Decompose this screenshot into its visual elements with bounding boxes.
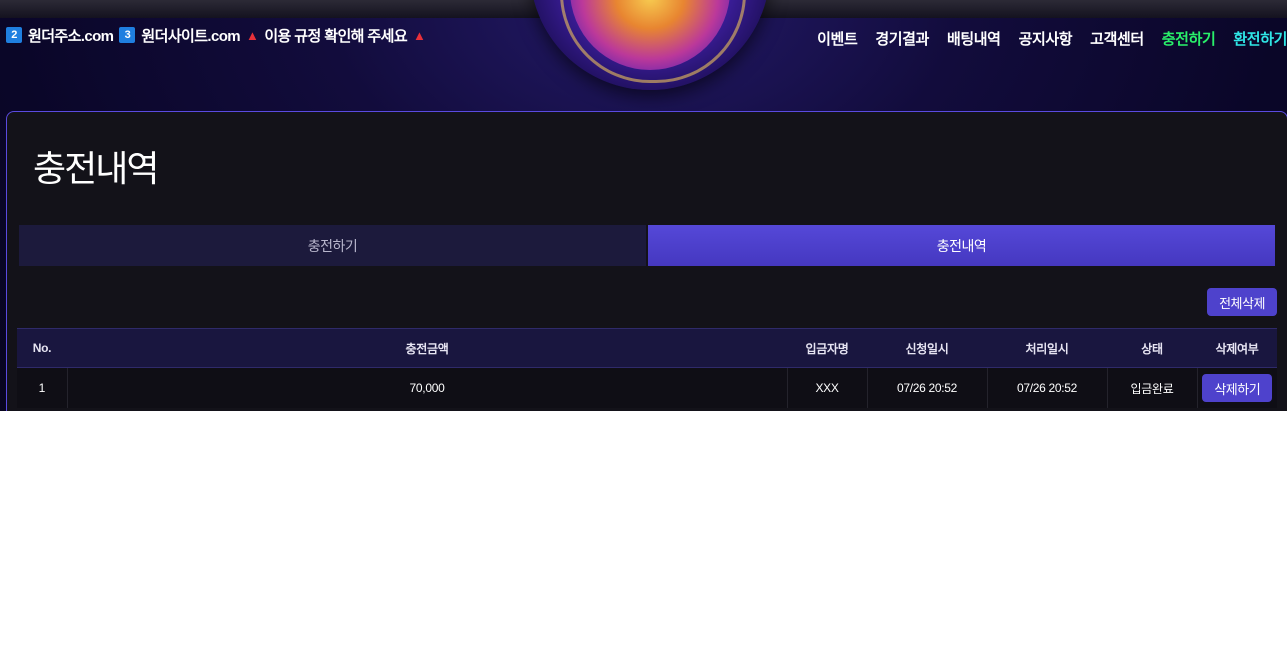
charge-history-panel: 충전내역 충전하기 충전내역 전체삭제 No. 충전금액 입금자명 신청일시 처… bbox=[6, 111, 1287, 411]
cell-delete: 삭제하기 bbox=[1197, 367, 1277, 408]
column-header-delete: 삭제여부 bbox=[1197, 328, 1277, 368]
nav-betting-history[interactable]: 배팅내역 bbox=[938, 28, 1010, 49]
page-title: 충전내역 bbox=[33, 148, 159, 189]
cell-no: 1 bbox=[17, 367, 68, 408]
nav-charge[interactable]: 충전하기 bbox=[1153, 28, 1225, 49]
delete-all-button[interactable]: 전체삭제 bbox=[1207, 288, 1277, 316]
column-header-requested: 신청일시 bbox=[867, 328, 987, 368]
number-badge-icon: 3 bbox=[119, 27, 136, 43]
column-header-status: 상태 bbox=[1107, 328, 1197, 368]
logo-ring bbox=[560, 0, 746, 83]
site-viewport: 2 원더주소.com 3 원더사이트.com ▲ 이용 규정 확인해 주세요 ▲… bbox=[0, 0, 1287, 411]
cell-requested: 07/26 20:52 bbox=[867, 367, 988, 408]
nav-notices[interactable]: 공지사항 bbox=[1010, 28, 1082, 49]
marquee-domain-2: 원더사이트.com bbox=[141, 27, 241, 45]
siren-icon: ▲ bbox=[413, 27, 426, 43]
column-header-amount: 충전금액 bbox=[67, 328, 787, 368]
tab-bar: 충전하기 충전내역 bbox=[19, 225, 1275, 266]
nav-game-results[interactable]: 경기결과 bbox=[866, 28, 938, 49]
column-header-depositor: 입금자명 bbox=[787, 328, 867, 368]
table-row: 1 70,000 XXX 07/26 20:52 07/26 20:52 입금완… bbox=[17, 367, 1277, 408]
table-header-row: No. 충전금액 입금자명 신청일시 처리일시 상태 삭제여부 bbox=[17, 328, 1277, 368]
column-header-processed: 처리일시 bbox=[987, 328, 1107, 368]
main-nav: 이벤트 경기결과 배팅내역 공지사항 고객센터 충전하기 환전하기 bbox=[808, 28, 1287, 49]
cell-status: 입금완료 bbox=[1107, 367, 1198, 408]
marquee-notice: 이용 규정 확인해 주세요 bbox=[264, 27, 408, 45]
tab-charge-history[interactable]: 충전내역 bbox=[648, 225, 1275, 266]
charge-history-table: No. 충전금액 입금자명 신청일시 처리일시 상태 삭제여부 1 70,000… bbox=[17, 328, 1277, 408]
cell-processed: 07/26 20:52 bbox=[987, 367, 1108, 408]
nav-customer-center[interactable]: 고객센터 bbox=[1081, 28, 1153, 49]
marquee-domain-1: 원더주소.com bbox=[28, 27, 114, 45]
tab-charge[interactable]: 충전하기 bbox=[19, 225, 646, 266]
cell-depositor: XXX bbox=[787, 367, 868, 408]
nav-event[interactable]: 이벤트 bbox=[808, 28, 866, 49]
cell-amount: 70,000 bbox=[67, 367, 788, 408]
site-logo[interactable] bbox=[530, 0, 770, 90]
nav-withdraw[interactable]: 환전하기 bbox=[1224, 28, 1287, 49]
delete-row-button[interactable]: 삭제하기 bbox=[1202, 374, 1273, 402]
notice-marquee: 2 원더주소.com 3 원더사이트.com ▲ 이용 규정 확인해 주세요 ▲ bbox=[6, 24, 426, 46]
siren-icon: ▲ bbox=[246, 27, 259, 43]
number-badge-icon: 2 bbox=[6, 27, 22, 43]
column-header-no: No. bbox=[17, 328, 67, 368]
